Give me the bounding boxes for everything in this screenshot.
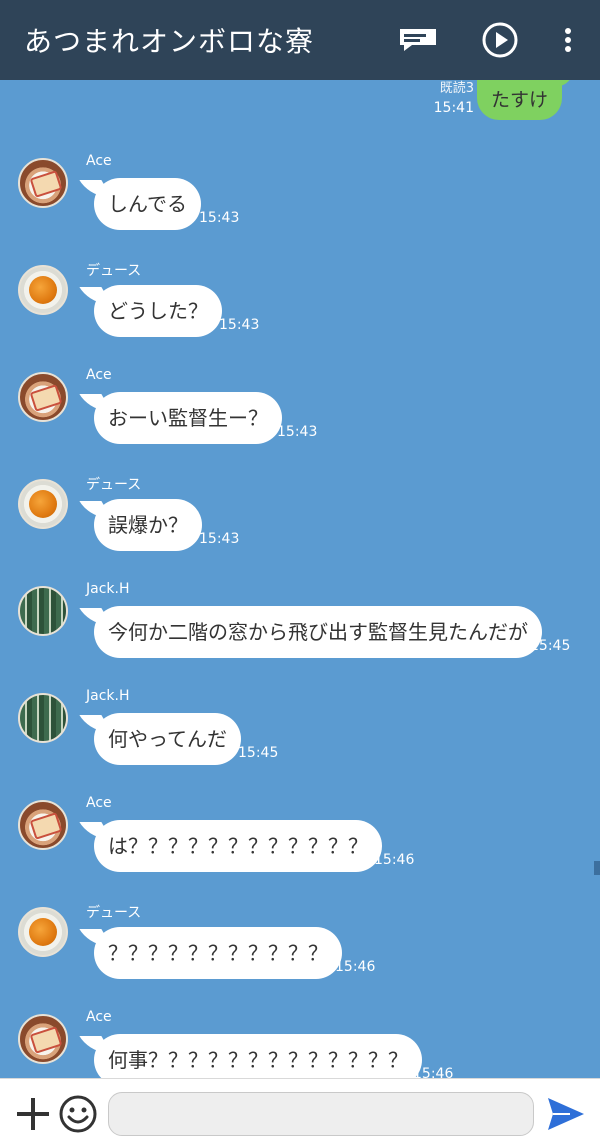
- message-time: 15:43: [199, 531, 240, 547]
- message-row: Ace おーい監督生ー？ 15:43: [0, 367, 600, 462]
- message-time: 15:45: [238, 745, 279, 761]
- message-row: デュース ？？？？？？？？？？？ 15:46: [0, 905, 600, 997]
- chat-header: あつまれオンボロな寮: [0, 0, 600, 80]
- message-bubble[interactable]: 誤爆か？: [94, 499, 202, 551]
- sender-name: デュース: [86, 477, 142, 493]
- message-time: 15:45: [530, 638, 571, 654]
- play-icon[interactable]: [480, 20, 520, 60]
- chat-area[interactable]: 既読3 15:41 たすけ Ace しんでる 15:43 デュース どうした？ …: [0, 80, 600, 1078]
- message-time: 15:46: [374, 852, 415, 868]
- avatar[interactable]: [18, 372, 68, 422]
- avatar[interactable]: [18, 800, 68, 850]
- sender-name: Ace: [86, 795, 112, 811]
- message-row: デュース 誤爆か？ 15:43: [0, 477, 600, 569]
- message-time: 15:43: [219, 317, 260, 333]
- sender-name: Ace: [86, 367, 112, 383]
- send-icon[interactable]: [546, 1096, 586, 1132]
- sender-name: Ace: [86, 153, 112, 169]
- avatar[interactable]: [18, 265, 68, 315]
- avatar[interactable]: [18, 158, 68, 208]
- sender-name: Jack.H: [86, 581, 130, 597]
- avatar[interactable]: [18, 907, 68, 957]
- read-receipt: 既読3: [439, 81, 474, 96]
- message-bubble[interactable]: 何事？？？？？？？？？？？？？: [94, 1034, 422, 1078]
- sent-bubble[interactable]: たすけ: [476, 80, 562, 120]
- emoji-icon[interactable]: [58, 1094, 98, 1134]
- avatar[interactable]: [18, 693, 68, 743]
- message-bubble[interactable]: 何やってんだ: [94, 713, 241, 765]
- sent-message: 既読3 15:41 たすけ: [0, 80, 600, 140]
- message-bubble[interactable]: ？？？？？？？？？？？: [94, 927, 342, 979]
- message-time: 15:43: [277, 424, 318, 440]
- notes-icon[interactable]: [396, 20, 440, 60]
- message-time: 15:43: [199, 210, 240, 226]
- more-vertical-icon[interactable]: [556, 20, 580, 60]
- message-bubble[interactable]: どうした？: [94, 285, 222, 337]
- avatar[interactable]: [18, 479, 68, 529]
- message-time: 15:46: [335, 959, 376, 975]
- sender-name: Jack.H: [86, 688, 130, 704]
- message-input-bar: [0, 1078, 600, 1148]
- message-time: 15:41: [433, 100, 474, 116]
- message-bubble[interactable]: おーい監督生ー？: [94, 392, 282, 444]
- message-row: Ace 何事？？？？？？？？？？？？？ 15:46: [0, 1009, 600, 1078]
- sender-name: デュース: [86, 905, 142, 921]
- message-bubble[interactable]: しんでる: [94, 178, 201, 230]
- message-row: Jack.H 何やってんだ 15:45: [0, 688, 600, 783]
- plus-icon[interactable]: [14, 1095, 52, 1133]
- message-row: Jack.H 今何か二階の窓から飛び出す監督生見たんだが 15:45: [0, 581, 600, 676]
- message-bubble[interactable]: 今何か二階の窓から飛び出す監督生見たんだが: [94, 606, 542, 658]
- sender-name: デュース: [86, 263, 142, 279]
- message-time: 15:46: [413, 1066, 454, 1078]
- message-row: デュース どうした？ 15:43: [0, 263, 600, 355]
- sender-name: Ace: [86, 1009, 112, 1025]
- message-bubble[interactable]: は？？？？？？？？？？？？: [94, 820, 382, 872]
- avatar[interactable]: [18, 586, 68, 636]
- message-input[interactable]: [108, 1092, 534, 1136]
- message-row: Ace は？？？？？？？？？？？？ 15:46: [0, 795, 600, 890]
- message-row: Ace しんでる 15:43: [0, 153, 600, 248]
- avatar[interactable]: [18, 1014, 68, 1064]
